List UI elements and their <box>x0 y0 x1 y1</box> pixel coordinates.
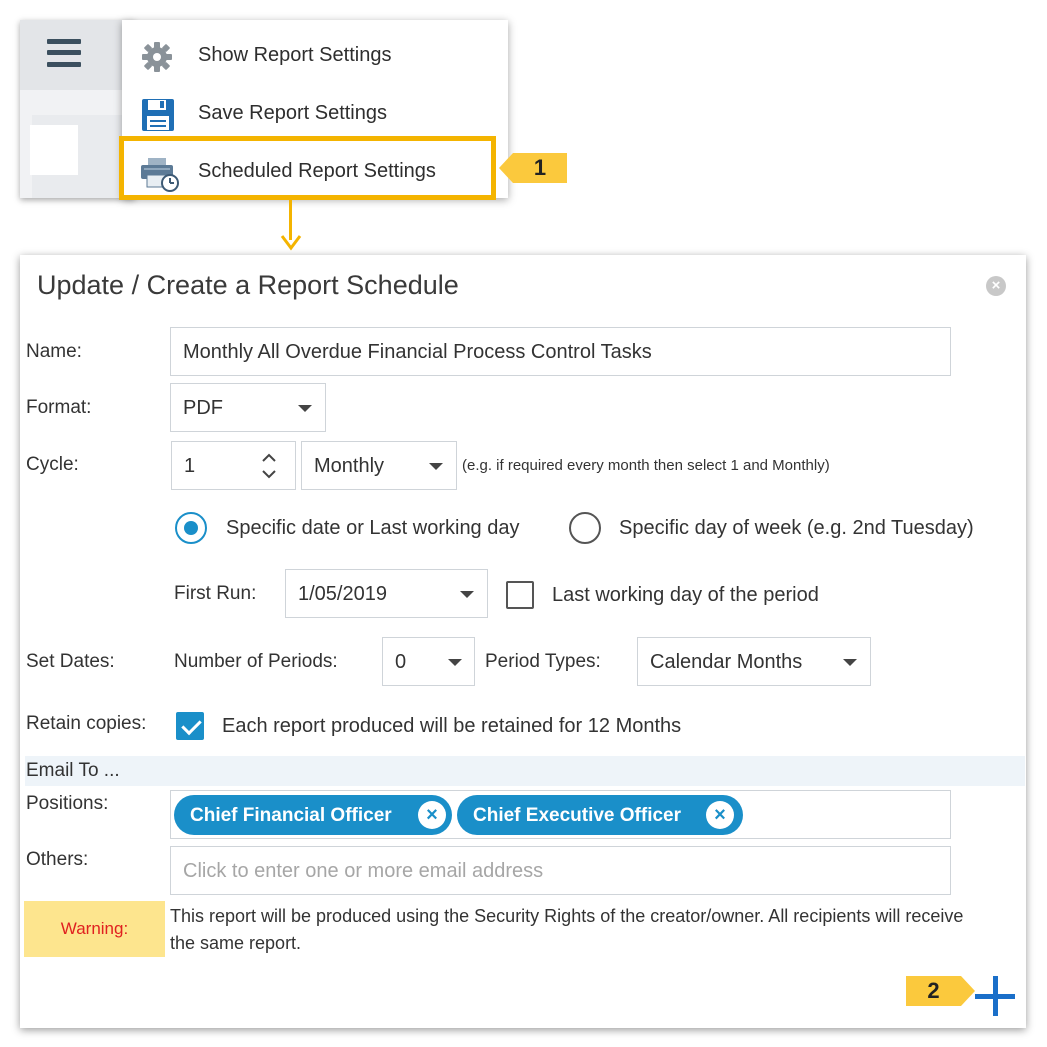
report-schedule-dialog: Update / Create a Report Schedule × Name… <box>20 255 1026 1028</box>
warning-text: This report will be produced using the S… <box>170 906 964 953</box>
dialog-title: Update / Create a Report Schedule <box>37 270 459 300</box>
menu-item-label: Show Report Settings <box>198 44 392 66</box>
position-chip-label: Chief Executive Officer <box>473 805 682 826</box>
format-label: Format: <box>26 397 92 418</box>
first-run-label: First Run: <box>174 583 257 604</box>
format-value: PDF <box>183 397 223 419</box>
warning-badge: Warning: <box>24 901 165 957</box>
retain-copies-label: Retain copies: <box>26 713 147 734</box>
number-of-periods-select[interactable]: 0 <box>382 637 475 686</box>
chevron-down-icon <box>843 659 857 666</box>
menu-item-label: Scheduled Report Settings <box>198 160 436 182</box>
name-value: Monthly All Overdue Financial Process Co… <box>183 341 652 363</box>
email-section-header: Email To ... <box>25 756 1025 786</box>
floppy-disk-icon <box>140 98 176 132</box>
name-input[interactable]: Monthly All Overdue Financial Process Co… <box>170 327 951 376</box>
toolbar <box>20 20 135 90</box>
menu-item-save-report-settings[interactable]: Save Report Settings <box>122 84 508 136</box>
chevron-down-icon <box>448 659 462 666</box>
others-placeholder: Click to enter one or more email address <box>183 860 544 882</box>
panel-placeholder <box>30 125 78 175</box>
radio-specific-day-label: Specific day of week (e.g. 2nd Tuesday) <box>619 517 974 539</box>
period-types-value: Calendar Months <box>650 651 803 673</box>
name-label: Name: <box>26 341 82 362</box>
hamburger-menu-icon[interactable] <box>47 36 81 70</box>
radio-specific-date-label: Specific date or Last working day <box>226 517 520 539</box>
cycle-period-value: Monthly <box>314 455 385 477</box>
position-chip: Chief Executive Officer × <box>457 795 743 835</box>
radio-specific-day-of-week[interactable] <box>569 512 601 544</box>
email-section-title: Email To ... <box>26 760 120 781</box>
report-menu: Show Report Settings Save Report Setting… <box>122 20 508 198</box>
others-label: Others: <box>26 849 89 870</box>
number-of-periods-label: Number of Periods: <box>174 651 338 672</box>
retain-copies-checkbox[interactable] <box>176 712 204 740</box>
first-run-value: 1/05/2019 <box>298 583 387 605</box>
cycle-period-select[interactable]: Monthly <box>301 441 457 490</box>
add-icon[interactable] <box>975 976 1015 1016</box>
radio-specific-date[interactable] <box>175 512 207 544</box>
position-chip: Chief Financial Officer × <box>174 795 452 835</box>
cycle-count-value: 1 <box>184 455 196 477</box>
close-icon[interactable]: × <box>986 276 1006 296</box>
cycle-hint: (e.g. if required every month then selec… <box>462 457 830 474</box>
menu-item-label: Save Report Settings <box>198 102 387 124</box>
step-callout-1: 1 <box>499 153 567 183</box>
number-of-periods-value: 0 <box>395 651 407 673</box>
position-chip-label: Chief Financial Officer <box>190 805 392 826</box>
last-working-day-checkbox[interactable] <box>506 581 534 609</box>
cycle-label: Cycle: <box>26 454 79 475</box>
chevron-down-icon <box>298 405 312 412</box>
positions-input[interactable]: Chief Financial Officer × Chief Executiv… <box>170 790 951 839</box>
remove-chip-icon[interactable]: × <box>706 801 734 829</box>
chevron-down-icon <box>429 463 443 470</box>
remove-chip-icon[interactable]: × <box>418 801 446 829</box>
first-run-date-picker[interactable]: 1/05/2019 <box>285 569 488 618</box>
printer-clock-icon <box>140 156 179 192</box>
last-working-day-label: Last working day of the period <box>552 584 819 606</box>
retain-copies-text: Each report produced will be retained fo… <box>222 715 682 737</box>
format-select[interactable]: PDF <box>170 383 326 432</box>
period-types-select[interactable]: Calendar Months <box>637 637 871 686</box>
period-types-label: Period Types: <box>485 651 601 672</box>
stepper-arrows-icon[interactable] <box>260 451 278 481</box>
gear-icon <box>140 40 176 74</box>
menu-item-scheduled-report-settings[interactable]: Scheduled Report Settings <box>122 142 508 194</box>
positions-label: Positions: <box>26 793 109 814</box>
menu-item-show-report-settings[interactable]: Show Report Settings <box>122 26 508 78</box>
step-callout-2: 2 <box>906 976 975 1006</box>
chevron-down-icon <box>460 591 474 598</box>
others-email-input[interactable]: Click to enter one or more email address <box>170 846 951 895</box>
set-dates-label: Set Dates: <box>26 651 115 672</box>
cycle-count-stepper[interactable]: 1 <box>171 441 296 490</box>
arrow-down-icon <box>280 235 302 251</box>
